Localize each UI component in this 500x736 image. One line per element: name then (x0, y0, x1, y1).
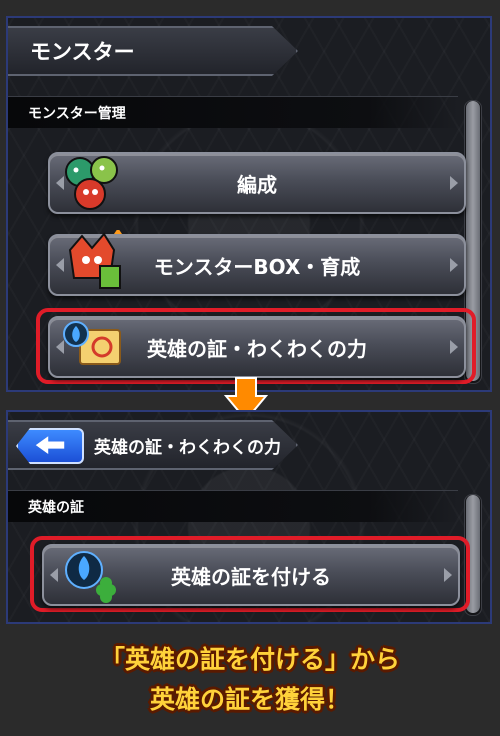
section-header-hero-badge: 英雄の証 (8, 490, 458, 522)
chevron-right-icon (444, 568, 452, 582)
chevron-right-icon (450, 176, 458, 190)
monster-box-button-label: モンスターBOX・育成 (153, 254, 361, 279)
section-header-monster-management: モンスター管理 (8, 96, 458, 128)
monster-box-icon (68, 230, 122, 289)
attach-hero-badge-button-label: 英雄の証を付ける (171, 564, 331, 589)
formation-button-label: 編成 (237, 172, 277, 197)
back-arrow-icon (35, 436, 65, 454)
monster-party-icon (65, 156, 118, 210)
page-title: モンスター (8, 26, 298, 76)
attach-hero-badge-button[interactable]: 英雄の証を付ける (42, 544, 460, 606)
monster-box-button[interactable]: モンスターBOX・育成 (48, 230, 466, 296)
formation-button[interactable]: 編成 (48, 152, 466, 214)
caption-line-2: 英雄の証を獲得！ (149, 685, 350, 714)
chevron-right-icon (450, 258, 458, 272)
monster-menu-panel: モンスター モンスター管理 編成 モンスターBOX・育成 英雄の証・わくわくの力 (6, 16, 492, 392)
hero-badge-panel: 英雄の証・わくわくの力 英雄の証 英雄の証を付ける (6, 410, 492, 624)
caption-line-1: 「英雄の証を付ける」から (99, 645, 400, 674)
hero-badge-button[interactable]: 英雄の証・わくわくの力 (48, 316, 466, 378)
hero-badge-clover-icon (65, 551, 116, 603)
hero-badge-scroll-icon (63, 321, 121, 365)
back-button[interactable] (16, 428, 84, 464)
hero-badge-button-label: 英雄の証・わくわくの力 (147, 336, 367, 361)
chevron-right-icon (450, 340, 458, 354)
